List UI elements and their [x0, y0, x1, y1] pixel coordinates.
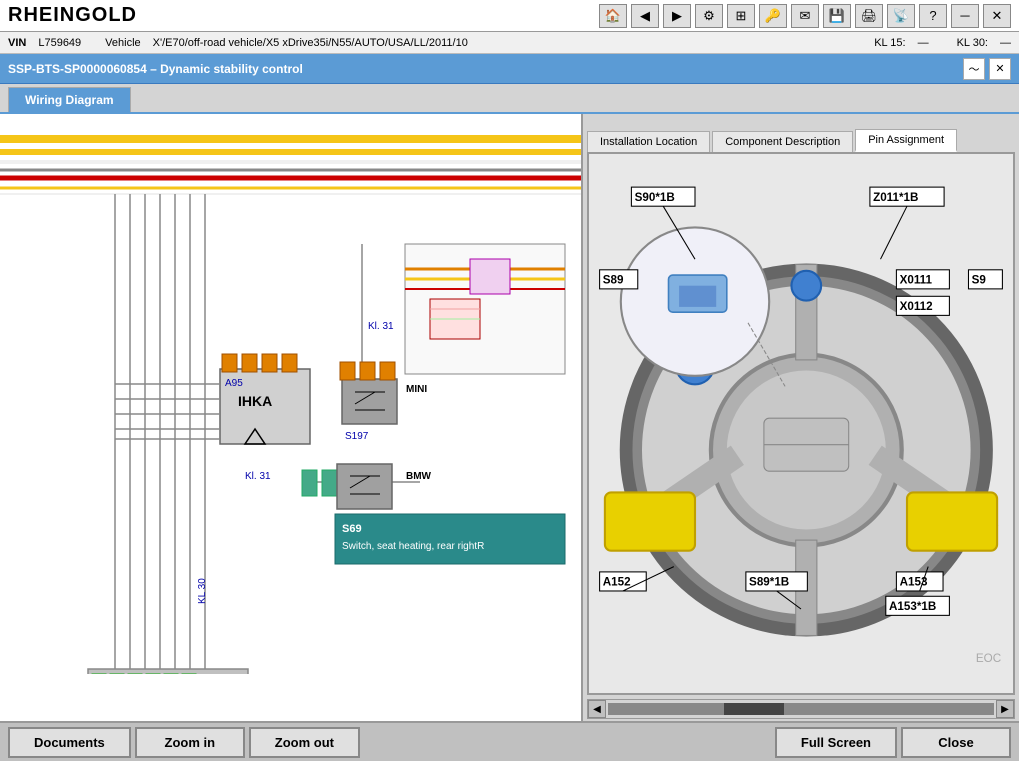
ssp-bar: SSP-BTS-SP0000060854 – Dynamic stability…: [0, 54, 1019, 84]
svg-text:S197: S197: [345, 431, 369, 442]
svg-text:A95: A95: [225, 378, 243, 389]
wiring-diagram[interactable]: A95 IHKA Kl. 31: [0, 114, 581, 721]
ssp-wave-icon[interactable]: 〜: [963, 58, 985, 80]
back-btn[interactable]: ◀: [631, 4, 659, 28]
email-btn[interactable]: ✉: [791, 4, 819, 28]
save-btn[interactable]: 💾: [823, 4, 851, 28]
toolbar: 🏠 ◀ ▶ ⚙ ⊞ 🔑 ✉ 💾 🖨 📡 ? ─ ✕: [599, 4, 1011, 28]
right-tabs: Installation Location Component Descript…: [583, 114, 1019, 152]
svg-text:A152: A152: [603, 576, 631, 589]
svg-text:S90*1B: S90*1B: [635, 191, 675, 204]
vin-label: VIN: [8, 37, 26, 49]
kl15-label: KL 15:: [874, 37, 905, 49]
key-btn[interactable]: 🔑: [759, 4, 787, 28]
tab-installation-location[interactable]: Installation Location: [587, 131, 710, 152]
vin-bar: VIN L759649 Vehicle X'/E70/off-road vehi…: [0, 32, 1019, 54]
scroll-track[interactable]: [608, 703, 994, 715]
ssp-title: SSP-BTS-SP0000060854 – Dynamic stability…: [8, 62, 303, 76]
tab-component-description[interactable]: Component Description: [712, 131, 853, 152]
right-panel: Installation Location Component Descript…: [583, 114, 1019, 721]
scroll-left-btn[interactable]: ◀: [588, 700, 606, 718]
grid-btn[interactable]: ⊞: [727, 4, 755, 28]
right-scrollbar: ◀ ▶: [587, 699, 1015, 719]
svg-text:A153*1B: A153*1B: [889, 600, 936, 613]
documents-button[interactable]: Documents: [8, 727, 131, 758]
right-content: S90*1B Z011*1B S89 X0111 X0112 S9: [587, 152, 1015, 695]
svg-text:S89*1B: S89*1B: [749, 576, 789, 589]
zoom-out-button[interactable]: Zoom out: [249, 727, 360, 758]
svg-text:Kl. 31: Kl. 31: [245, 471, 271, 482]
kl15-value: —: [918, 37, 929, 49]
vehicle-value: X'/E70/off-road vehicle/X5 xDrive35i/N55…: [153, 37, 468, 49]
forward-btn[interactable]: ▶: [663, 4, 691, 28]
svg-text:S69: S69: [342, 523, 362, 535]
scroll-right-btn[interactable]: ▶: [996, 700, 1014, 718]
close-window-btn[interactable]: ✕: [983, 4, 1011, 28]
print-btn[interactable]: 🖨: [855, 4, 883, 28]
full-screen-button[interactable]: Full Screen: [775, 727, 897, 758]
wiring-panel: A95 IHKA Kl. 31: [0, 114, 583, 721]
svg-text:A153: A153: [900, 576, 928, 589]
svg-text:EOC: EOC: [976, 652, 1001, 665]
left-btn-group: Documents Zoom in Zoom out: [8, 727, 360, 758]
settings-btn[interactable]: ⚙: [695, 4, 723, 28]
help-btn[interactable]: ?: [919, 4, 947, 28]
ssp-icon-group: 〜 ✕: [963, 58, 1011, 80]
kl30-value: —: [1000, 37, 1011, 49]
scroll-thumb[interactable]: [724, 703, 784, 715]
svg-text:Switch, seat heating, rear rig: Switch, seat heating, rear rightR: [342, 541, 484, 552]
steering-wheel-diagram: S90*1B Z011*1B S89 X0111 X0112 S9: [589, 154, 1013, 693]
main-content: A95 IHKA Kl. 31: [0, 114, 1019, 721]
vin-value: L759649: [38, 37, 81, 49]
wiring-svg: A95 IHKA Kl. 31: [0, 114, 581, 674]
svg-text:IHKA: IHKA: [238, 393, 272, 409]
tab-wiring-diagram[interactable]: Wiring Diagram: [8, 87, 131, 112]
tab-row: Wiring Diagram: [0, 84, 1019, 114]
svg-text:MINI: MINI: [406, 384, 427, 395]
tab-pin-assignment[interactable]: Pin Assignment: [855, 129, 957, 152]
svg-text:S89: S89: [603, 274, 624, 287]
svg-text:KL 30: KL 30: [197, 578, 208, 604]
bottom-bar: Documents Zoom in Zoom out Full Screen C…: [0, 721, 1019, 761]
home-btn[interactable]: 🏠: [599, 4, 627, 28]
svg-text:Z011*1B: Z011*1B: [873, 191, 918, 204]
svg-text:S9: S9: [972, 274, 987, 287]
svg-text:BMW: BMW: [406, 471, 432, 482]
svg-text:X0112: X0112: [900, 300, 934, 313]
kl30-label: KL 30:: [957, 37, 988, 49]
title-bar: RHEINGOLD 🏠 ◀ ▶ ⚙ ⊞ 🔑 ✉ 💾 🖨 📡 ? ─ ✕: [0, 0, 1019, 32]
vehicle-label: Vehicle: [105, 37, 140, 49]
close-button[interactable]: Close: [901, 727, 1011, 758]
zoom-in-button[interactable]: Zoom in: [135, 727, 245, 758]
minimize-btn[interactable]: ─: [951, 4, 979, 28]
app-title: RHEINGOLD: [8, 4, 137, 27]
right-btn-group: Full Screen Close: [775, 727, 1011, 758]
svg-text:X0111: X0111: [900, 274, 933, 287]
ssp-close-icon[interactable]: ✕: [989, 58, 1011, 80]
svg-text:Kl. 31: Kl. 31: [368, 321, 394, 332]
network-btn[interactable]: 📡: [887, 4, 915, 28]
